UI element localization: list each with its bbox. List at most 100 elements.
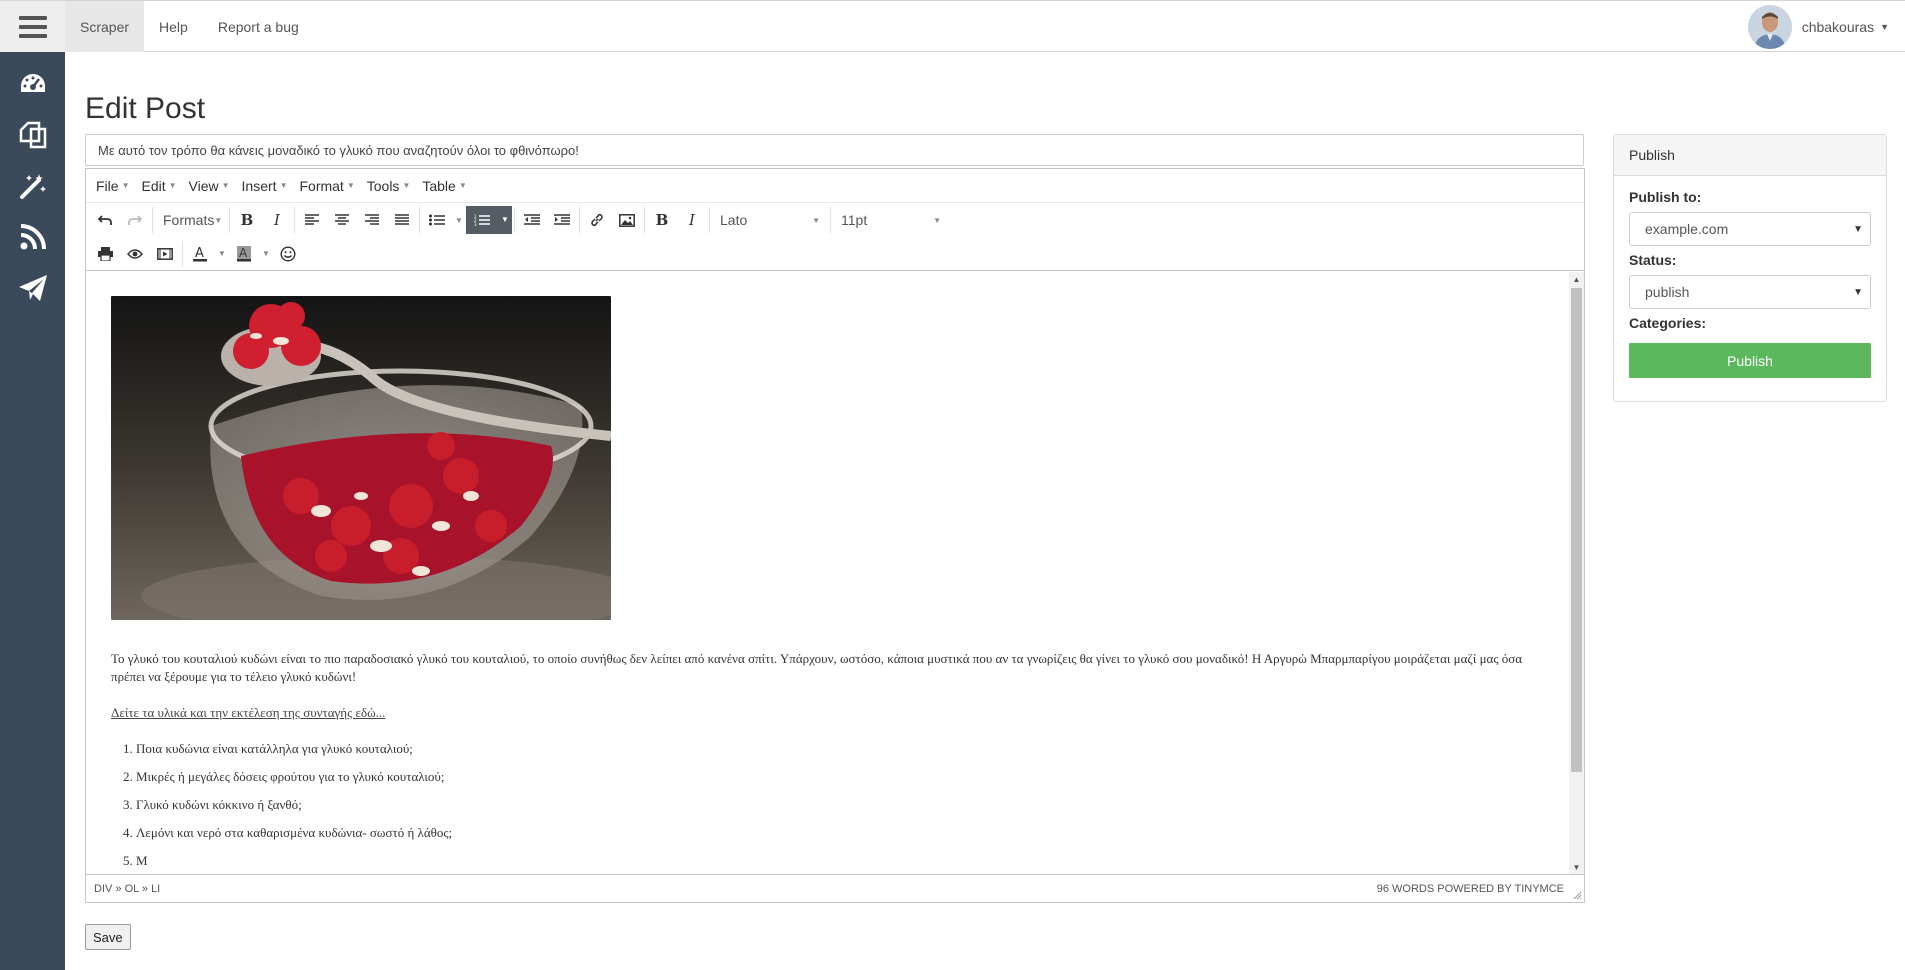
sidebar-item-dashboard[interactable] xyxy=(0,58,65,109)
editor-content[interactable]: Το γλυκό του κουταλιού κυδώνι είναι το π… xyxy=(111,296,1541,875)
select-arrow-icon: ▼ xyxy=(1853,286,1863,298)
editor-content-area[interactable]: Το γλυκό του κουταλιού κυδώνι είναι το π… xyxy=(86,272,1584,875)
background-color-icon: A xyxy=(237,245,251,261)
scroll-up-icon[interactable]: ▲ xyxy=(1569,272,1584,287)
rich-text-editor: File ▼ Edit ▼ View ▼ Insert ▼ Format ▼ Tools ▼… xyxy=(85,168,1585,903)
outdent-button[interactable] xyxy=(517,206,547,234)
menu-file[interactable]: File ▼ xyxy=(90,178,135,194)
list-item: Ποια κυδώνια είναι κατάλληλα για γλυκό κ… xyxy=(123,740,1541,758)
indent-button[interactable] xyxy=(547,206,577,234)
user-menu[interactable]: chbakouras ▼ xyxy=(1747,1,1889,52)
nav-link-scraper[interactable]: Scraper xyxy=(65,1,145,52)
publish-to-select[interactable]: example.com ▼ xyxy=(1629,212,1871,246)
undo-button[interactable] xyxy=(90,206,120,234)
align-center-icon xyxy=(335,214,349,225)
scroll-down-icon[interactable]: ▼ xyxy=(1569,860,1584,875)
paper-plane-icon xyxy=(18,274,47,301)
numbered-list-dropdown[interactable]: ▼ xyxy=(498,206,512,234)
save-button[interactable]: Save xyxy=(85,924,131,950)
toolbar-separator xyxy=(830,207,831,233)
magic-wand-icon xyxy=(19,173,46,199)
menu-insert[interactable]: Insert ▼ xyxy=(236,178,294,194)
bullet-list-button[interactable] xyxy=(422,206,452,234)
caret-down-icon: ▼ xyxy=(1880,21,1889,32)
recipe-link[interactable]: Δείτε τα υλικά και την εκτέλεση της συντ… xyxy=(111,705,385,720)
rss-icon xyxy=(20,223,46,249)
outdent-icon xyxy=(524,214,540,225)
nav-links: Scraper Help Report a bug xyxy=(65,1,314,52)
align-left-button[interactable] xyxy=(297,206,327,234)
font-size-dropdown[interactable]: 11pt ▼ xyxy=(833,206,949,234)
scrollbar-thumb[interactable] xyxy=(1571,288,1582,772)
list-item: Μ xyxy=(123,852,1541,870)
print-button[interactable] xyxy=(90,240,120,268)
redo-button[interactable] xyxy=(120,206,150,234)
text-color-button[interactable]: A xyxy=(185,240,215,268)
element-path[interactable]: DIV » OL » LI xyxy=(94,883,160,895)
align-right-icon xyxy=(365,214,379,225)
editor-toolbar-row-2: A ▼ A ▼ xyxy=(86,237,1584,271)
sidebar-item-feeds[interactable] xyxy=(0,211,65,262)
word-count: 96 WORDS POWERED BY TINYMCE xyxy=(1376,882,1564,895)
italic-icon: I xyxy=(274,211,280,229)
editor-toolbar-row-1: Formats ▼ B I ▼ 123 ▼ B I Lato ▼ 11pt ▼ xyxy=(86,203,1584,237)
svg-text:3: 3 xyxy=(474,222,477,226)
menu-format[interactable]: Format ▼ xyxy=(293,178,360,194)
svg-text:A: A xyxy=(195,246,204,261)
smiley-icon xyxy=(280,245,296,262)
italic-button[interactable]: I xyxy=(262,206,292,234)
insert-link-button[interactable] xyxy=(582,206,612,234)
toolbar-separator xyxy=(579,207,580,233)
formats-dropdown[interactable]: Formats ▼ xyxy=(155,206,227,234)
toolbar-separator xyxy=(182,240,183,267)
undo-icon xyxy=(98,215,112,225)
status-select[interactable]: publish ▼ xyxy=(1629,275,1871,309)
bold-button-2[interactable]: B xyxy=(647,206,677,234)
preview-button[interactable] xyxy=(120,240,150,268)
align-justify-button[interactable] xyxy=(387,206,417,234)
sidebar-item-posts[interactable] xyxy=(0,109,65,160)
dashboard-icon xyxy=(20,73,45,92)
font-family-dropdown[interactable]: Lato ▼ xyxy=(712,206,828,234)
toolbar-separator xyxy=(294,207,295,233)
svg-text:A: A xyxy=(239,246,248,260)
sidebar-item-scraper[interactable] xyxy=(0,160,65,211)
menu-view[interactable]: View ▼ xyxy=(183,178,236,194)
background-color-button[interactable]: A xyxy=(229,240,259,268)
post-image xyxy=(111,296,611,620)
toolbar-separator xyxy=(709,207,710,233)
insert-media-button[interactable] xyxy=(150,240,180,268)
sidebar-item-publish[interactable] xyxy=(0,262,65,313)
page-title: Edit Post xyxy=(85,92,206,125)
menu-icon xyxy=(18,15,47,38)
align-right-button[interactable] xyxy=(357,206,387,234)
align-center-button[interactable] xyxy=(327,206,357,234)
menu-table[interactable]: Table ▼ xyxy=(416,178,472,194)
publish-to-label: Publish to: xyxy=(1629,189,1702,205)
align-left-icon xyxy=(305,214,319,225)
bold-button[interactable]: B xyxy=(232,206,262,234)
media-icon xyxy=(157,247,173,260)
toolbar-separator xyxy=(152,207,153,233)
italic-button-2[interactable]: I xyxy=(677,206,707,234)
background-color-dropdown[interactable]: ▼ xyxy=(259,249,273,258)
nav-link-report-bug[interactable]: Report a bug xyxy=(203,1,314,52)
bullet-list-dropdown[interactable]: ▼ xyxy=(452,216,466,225)
italic-icon: I xyxy=(689,211,695,229)
editor-scrollbar[interactable]: ▲ ▼ xyxy=(1569,272,1584,875)
select-arrow-icon: ▼ xyxy=(1853,223,1863,235)
menu-tools[interactable]: Tools ▼ xyxy=(361,178,417,194)
nav-link-help[interactable]: Help xyxy=(144,1,203,52)
insert-image-button[interactable] xyxy=(612,206,642,234)
hamburger-menu-button[interactable] xyxy=(0,1,65,52)
post-title-input[interactable]: Με αυτό τον τρόπο θα κάνεις μοναδικό το … xyxy=(85,134,1584,166)
emoticons-button[interactable] xyxy=(273,240,303,268)
menu-edit[interactable]: Edit ▼ xyxy=(135,178,182,194)
numbered-list-button[interactable]: 123 xyxy=(466,206,498,234)
numbered-list-icon: 123 xyxy=(474,214,490,226)
post-paragraph: Το γλυκό του κουταλιού κυδώνι είναι το π… xyxy=(111,651,1523,684)
resize-handle-icon[interactable] xyxy=(1572,890,1582,900)
publish-button[interactable]: Publish xyxy=(1629,343,1871,378)
text-color-dropdown[interactable]: ▼ xyxy=(215,249,229,258)
copy-icon xyxy=(19,121,46,148)
